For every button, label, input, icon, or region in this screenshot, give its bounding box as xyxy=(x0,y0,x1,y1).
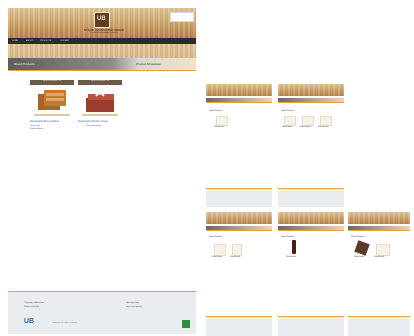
footer-copyright: Copyright all rights reserved xyxy=(52,322,77,324)
brand-logo-text: UB xyxy=(97,16,106,22)
thumbnail-page[interactable]: Wood Products Wood block Wood block Wood… xyxy=(278,84,344,146)
footer-right-line: Opening hours xyxy=(126,302,140,304)
section-band: Wood Products Product Showcase xyxy=(8,58,196,70)
thumb-header xyxy=(278,212,344,224)
thumb-footer xyxy=(206,316,272,336)
thumbnail-page[interactable]: Wood Products Wood block Wood block xyxy=(206,212,272,274)
thumb-item-label: Wood block xyxy=(230,256,241,258)
footer-badge-icon[interactable] xyxy=(182,320,190,328)
thumb-footer xyxy=(348,316,410,336)
product-subtext: Tissue box cover xyxy=(86,125,102,127)
thumb-title: Wood Products xyxy=(281,236,295,238)
thumb-footer xyxy=(278,188,344,207)
thumb-item xyxy=(216,116,228,126)
nav-item-home[interactable]: HOME xyxy=(12,40,18,42)
tissue-box-image xyxy=(86,92,114,112)
wine-bottle-icon xyxy=(292,240,296,254)
section-tab[interactable]: Product Showcase xyxy=(136,62,161,66)
thumb-accent xyxy=(278,230,344,231)
product-card-header: WOOD PRODUCTS xyxy=(30,80,74,85)
thumb-title: Wood Products xyxy=(209,236,223,238)
thumb-header xyxy=(348,212,410,224)
footer-left-line: Company address line xyxy=(24,302,44,304)
section-title: Wood Products xyxy=(14,62,35,66)
nav-item-products[interactable]: PRODUCTS xyxy=(40,40,51,42)
footer: Company address line Phone and email Ope… xyxy=(8,292,196,334)
thumbnail-page[interactable]: Wood Products Wood block Wood block xyxy=(348,212,410,274)
product-image xyxy=(36,88,68,114)
thumb-item-label: Wood block xyxy=(354,256,365,258)
thumb-title: Wood Products xyxy=(209,110,223,112)
footer-logo[interactable]: UB xyxy=(24,318,34,325)
thumb-accent xyxy=(206,102,272,103)
thumb-header xyxy=(206,212,272,224)
brand-logo[interactable]: UB xyxy=(94,12,110,28)
product-image xyxy=(84,90,116,114)
thumb-item xyxy=(354,240,370,256)
thumb-title: Wood Products xyxy=(351,236,365,238)
tagline: Handcrafted wooden products xyxy=(90,32,118,34)
thumb-accent xyxy=(348,230,410,231)
thumb-item xyxy=(232,244,242,256)
thumb-accent xyxy=(206,230,272,231)
product-card[interactable]: WOOD PRODUCTS Rectangular Block of Wood … xyxy=(30,80,74,150)
thumb-item-label: Wood block xyxy=(214,126,225,128)
thumb-footer xyxy=(278,316,344,336)
nav-item-about[interactable]: ABOUT xyxy=(26,40,33,42)
main-page: UB STEAK HARVESTER WOOD Handcrafted wood… xyxy=(8,8,196,334)
header-partner-logo[interactable] xyxy=(170,12,194,22)
thumb-item xyxy=(214,244,226,256)
thumbnail-page[interactable]: Wood Products Wine bottle xyxy=(278,212,344,274)
product-card[interactable]: WOOD PRODUCTS Rectangular Wooden Tissue … xyxy=(78,80,122,150)
product-subtext-2: Product details xyxy=(30,128,44,130)
thumb-item xyxy=(320,116,332,126)
thumb-header xyxy=(206,84,272,96)
thumb-footer xyxy=(206,188,272,207)
product-name[interactable]: Rectangular Wooden Tissue xyxy=(78,120,122,123)
thumb-accent xyxy=(278,102,344,103)
product-shelf xyxy=(82,114,118,116)
product-card-header: WOOD PRODUCTS xyxy=(78,80,122,85)
footer-left-line: Phone and email xyxy=(24,306,40,308)
wood-block-image xyxy=(38,90,66,110)
header-banner: UB STEAK HARVESTER WOOD Handcrafted wood… xyxy=(8,8,196,38)
thumb-item-label: Wood block xyxy=(374,256,385,258)
thumb-item xyxy=(376,244,390,256)
thumb-item-label: Wood block xyxy=(300,126,311,128)
thumb-item-label: Wood block xyxy=(212,256,223,258)
thumb-item-label: Wood block xyxy=(318,126,329,128)
footer-right-line: Terms and privacy xyxy=(126,306,143,308)
thumbnail-page[interactable]: Wood Products Wood block xyxy=(206,84,272,146)
thumb-item-label: Wood block xyxy=(282,126,293,128)
thumb-item xyxy=(302,116,314,126)
nav-item-contact[interactable]: CONTACT xyxy=(60,40,70,42)
thumb-item-label: Wine bottle xyxy=(286,256,297,258)
thumb-item xyxy=(284,116,296,126)
product-shelf xyxy=(34,114,70,116)
thumb-header xyxy=(278,84,344,96)
product-name[interactable]: Rectangular Block of Wood xyxy=(30,120,74,123)
thumb-title: Wood Products xyxy=(281,110,295,112)
